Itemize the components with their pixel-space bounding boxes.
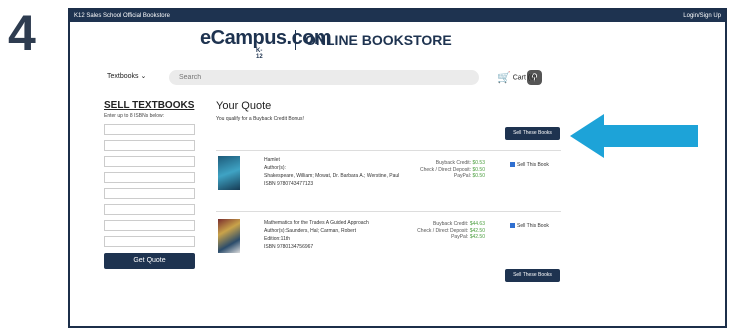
textbooks-dropdown[interactable]: Textbooks ⌄ [107, 72, 146, 80]
book-edition: Edition:11th [264, 236, 291, 242]
check-label: Check / Direct Deposit: [419, 166, 472, 173]
dropdown-label: Textbooks [107, 73, 139, 80]
login-signup-link[interactable]: Login/Sign Up [683, 10, 721, 22]
isbn-field-6[interactable] [104, 204, 195, 215]
isbn-field-8[interactable] [104, 236, 195, 247]
sell-this-book-label: Sell This Book [517, 162, 549, 168]
search-box: ⚲ [169, 70, 542, 85]
quote-title: Your Quote [216, 100, 272, 112]
check-value: $0.50 [472, 166, 485, 173]
brand-sub: K-12 [256, 48, 263, 60]
paypal-value: $0.50 [472, 173, 485, 179]
buyback-value: $44.63 [469, 221, 485, 227]
arrow-left-icon [570, 114, 698, 158]
isbn-field-4[interactable] [104, 172, 195, 183]
check-value: $42.50 [469, 227, 485, 234]
paypal-label: PayPal: [453, 173, 472, 179]
book-title: Mathematics for the Trades A Guided Appr… [264, 220, 369, 226]
sell-subtitle: Enter up to 8 ISBNs below: [104, 113, 165, 119]
isbn-field-2[interactable] [104, 140, 195, 151]
cart-link[interactable]: 🛒 Cart (0) [497, 71, 536, 84]
sell-these-books-button-top[interactable]: Sell These Books [505, 127, 560, 140]
book-authors: Shakespeare, William; Mowat, Dr. Barbara… [264, 173, 400, 179]
isbn-field-5[interactable] [104, 188, 195, 199]
nav-bar: Textbooks ⌄ ⚲ 🛒Cart (0) [107, 70, 559, 86]
sell-these-books-button-bottom[interactable]: Sell These Books [505, 269, 560, 282]
sell-this-book-checkbox[interactable]: Sell This Book [510, 223, 549, 229]
chevron-down-icon: ⌄ [140, 73, 147, 80]
book-cover [218, 156, 240, 190]
isbn-field-1[interactable] [104, 124, 195, 135]
buyback-label: Buyback Credit: [433, 221, 469, 227]
buyback-value: $0.53 [472, 160, 485, 166]
site-name: K12 Sales School Official Bookstore [74, 13, 170, 19]
book-title: Hamlet [264, 157, 280, 163]
book-prices: Buyback Credit: $44.63 Check / Direct De… [400, 221, 485, 241]
checkbox-icon [510, 162, 515, 168]
store-name: ONLINE BOOKSTORE [305, 32, 452, 48]
cart-icon: 🛒 [497, 72, 511, 84]
sell-textbooks-panel: SELL TEXTBOOKS Enter up to 8 ISBNs below… [104, 100, 199, 247]
book-authors: Saunders, Hal; Carman, Robert [285, 228, 356, 234]
paypal-value: $42.50 [469, 234, 485, 240]
cart-label: Cart (0) [512, 74, 537, 82]
get-quote-button[interactable]: Get Quote [104, 253, 195, 269]
book-info: Hamlet Author(s): Shakespeare, William; … [264, 156, 404, 188]
quote-subtitle: You qualify for a Buyback Credit Bonus! [216, 116, 304, 122]
sell-this-book-checkbox[interactable]: Sell This Book [510, 162, 549, 168]
divider [216, 150, 561, 151]
isbn-field-3[interactable] [104, 156, 195, 167]
buyback-label: Buyback Credit: [435, 160, 472, 166]
check-label: Check / Direct Deposit: [417, 227, 469, 234]
top-bar: K12 Sales School Official Bookstore Logi… [70, 10, 725, 22]
book-prices: Buyback Credit: $0.53 Check / Direct Dep… [400, 160, 485, 180]
divider [216, 211, 561, 212]
book-cover [218, 219, 240, 253]
sell-this-book-label: Sell This Book [517, 223, 549, 229]
book-author-label: Author(s): [264, 165, 286, 171]
book-author-label: Author(s): [264, 228, 286, 234]
book-isbn: ISBN 9780743477123 [264, 181, 314, 187]
logo-divider [295, 30, 296, 50]
book-info: Mathematics for the Trades A Guided Appr… [264, 219, 404, 251]
quote-panel: Your Quote You qualify for a Buyback Cre… [216, 100, 561, 122]
sell-title: SELL TEXTBOOKS [104, 100, 195, 111]
book-isbn: ISBN 9780134756967 [264, 244, 314, 250]
checkbox-icon [510, 223, 515, 229]
step-number: 4 [8, 5, 36, 61]
paypal-label: PayPal: [451, 234, 469, 240]
isbn-field-7[interactable] [104, 220, 195, 231]
search-input[interactable] [179, 70, 459, 85]
